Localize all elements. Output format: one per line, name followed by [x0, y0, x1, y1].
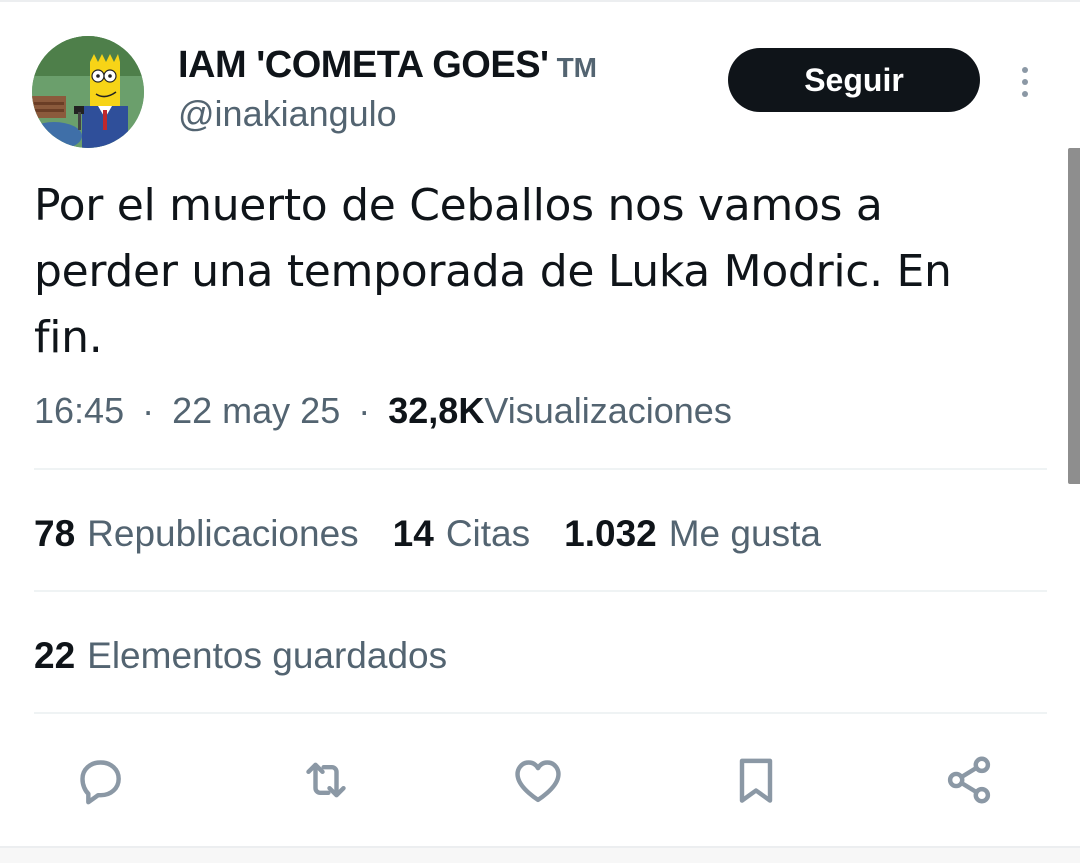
action-bar	[34, 748, 1047, 818]
tweet-date[interactable]: 22 may 25	[172, 390, 340, 431]
repost-icon[interactable]	[294, 748, 358, 812]
top-border	[0, 0, 1080, 2]
reposts-stat[interactable]: 78 Republicaciones	[34, 509, 359, 559]
scrollbar[interactable]	[1068, 148, 1080, 484]
tweet-text: Por el muerto de Ceballos nos vamos a pe…	[34, 180, 952, 363]
quotes-count: 14	[392, 513, 434, 554]
quotes-label: Citas	[445, 513, 531, 554]
user-handle[interactable]: @inakiangulo	[178, 92, 397, 136]
more-dot	[1022, 91, 1028, 97]
views-label: Visualizaciones	[484, 390, 732, 431]
bookmarks-count: 22	[34, 635, 76, 676]
reply-icon[interactable]	[68, 748, 132, 812]
follow-button[interactable]: Seguir	[728, 48, 980, 112]
display-name-text: IAM 'COMETA GOES'	[178, 44, 549, 86]
more-options-icon[interactable]	[1008, 60, 1042, 104]
bookmark-icon[interactable]	[724, 748, 788, 812]
divider	[34, 590, 1047, 592]
avatar[interactable]	[32, 36, 144, 148]
likes-label: Me gusta	[668, 513, 821, 554]
divider	[34, 712, 1047, 714]
meta-separator: ·	[358, 390, 371, 431]
engagement-stats: 78 Republicaciones 14 Citas 1.032 Me gus…	[34, 509, 855, 559]
divider	[34, 468, 1047, 470]
meta-separator: ·	[142, 390, 155, 431]
bookmarks-stat[interactable]: 22 Elementos guardados	[34, 631, 447, 681]
display-name[interactable]: IAM 'COMETA GOES' TM	[178, 40, 597, 90]
bookmarks-stats: 22 Elementos guardados	[34, 631, 481, 681]
quotes-stat[interactable]: 14 Citas	[393, 509, 530, 559]
share-icon[interactable]	[937, 748, 1001, 812]
bottom-area	[0, 848, 1080, 863]
tm-mark: TM	[556, 52, 598, 83]
bookmarks-label: Elementos guardados	[87, 635, 448, 676]
likes-count: 1.032	[564, 513, 657, 554]
more-dot	[1022, 79, 1028, 85]
avatar-image	[32, 36, 144, 148]
views-count: 32,8K	[388, 390, 485, 431]
tweet-time[interactable]: 16:45	[34, 390, 124, 431]
more-dot	[1022, 67, 1028, 73]
likes-stat[interactable]: 1.032 Me gusta	[564, 509, 821, 559]
reposts-label: Republicaciones	[87, 513, 359, 554]
reposts-count: 78	[34, 513, 76, 554]
like-icon[interactable]	[506, 748, 570, 812]
tweet-meta: 16:45 · 22 may 25 · 32,8KVisualizaciones	[34, 386, 732, 436]
